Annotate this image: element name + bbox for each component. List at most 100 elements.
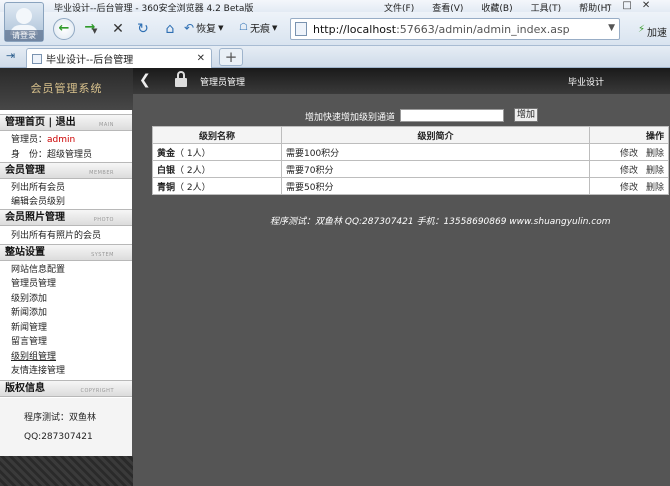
- edit-link[interactable]: 修改: [620, 183, 638, 193]
- accelerate-label: 加速: [647, 28, 668, 39]
- new-tab-button[interactable]: +: [219, 48, 243, 66]
- add-button[interactable]: 增加: [514, 108, 538, 122]
- chevron-down-icon[interactable]: ▼: [92, 27, 97, 35]
- sidebar-item-edit-levels[interactable]: 编辑会员级别: [11, 194, 65, 207]
- refresh-button[interactable]: ↻: [133, 19, 153, 39]
- address-bar[interactable]: http://localhost:57663/admin/admin_index…: [290, 18, 620, 40]
- edit-link[interactable]: 修改: [620, 166, 638, 176]
- sidebar-item-admin-manage[interactable]: 管理员管理: [11, 276, 56, 289]
- chevron-down-icon: ▼: [218, 23, 224, 32]
- sidebar-toggle-icon[interactable]: ⇥: [6, 49, 15, 62]
- delete-link[interactable]: 删除: [646, 166, 664, 176]
- page-title: 管理员管理: [200, 78, 246, 88]
- section-member: 会员管理 MEMBER: [0, 162, 132, 179]
- login-label[interactable]: 请登录: [5, 30, 43, 41]
- incognito-icon: ☖: [239, 22, 248, 33]
- home-button[interactable]: ⌂: [160, 19, 180, 39]
- site-logo: 会员管理系统: [0, 68, 133, 110]
- page-icon: [32, 53, 42, 64]
- level-name-cell: 青铜（ 2人）: [152, 177, 282, 195]
- level-table: 级别名称 级别简介 操作 黄金（ 1人） 需要100积分 修改 删除 白银（ 2人…: [152, 126, 669, 195]
- actions-cell: 修改 删除: [589, 177, 669, 195]
- sidebar-item-news-manage[interactable]: 新闻管理: [11, 320, 47, 333]
- level-desc-cell: 需要70积分: [281, 160, 590, 178]
- chevron-down-icon[interactable]: ▼: [608, 23, 615, 33]
- tab-admin[interactable]: 毕业设计--后台管理 ✕: [26, 48, 212, 68]
- admin-sidebar: 会员管理系统 管理首页 | 退出 MAIN 管理员：admin 身 份：超级管理员…: [0, 68, 133, 486]
- level-count: （ 2人）: [175, 182, 211, 193]
- close-window-button[interactable]: ✕: [642, 0, 650, 11]
- section-system-en: SYSTEM: [91, 252, 114, 258]
- undo-icon: ↶: [184, 20, 195, 35]
- sidebar-item-level-add[interactable]: 级别添加: [11, 291, 47, 304]
- section-main-label[interactable]: 管理首页 | 退出: [5, 117, 76, 128]
- sidebar-item-site-config[interactable]: 网站信息配置: [11, 262, 65, 275]
- level-count: （ 1人）: [175, 148, 211, 159]
- home-icon: ⌂: [165, 21, 175, 37]
- sidebar-item-photo-members[interactable]: 列出所有有照片的会员: [11, 228, 101, 241]
- edit-link[interactable]: 修改: [620, 149, 638, 159]
- window-controls: − □ ✕: [604, 0, 650, 11]
- quick-add-row: 增加快速增加级别通道 增加: [133, 108, 670, 124]
- avatar-face-icon: [16, 8, 32, 24]
- section-system-label: 整站设置: [5, 247, 45, 258]
- sidebar-item-messages[interactable]: 留言管理: [11, 334, 47, 347]
- incognito-button[interactable]: ☖ 无痕 ▼: [239, 20, 277, 35]
- sidebar-item-level-groups[interactable]: 级别组管理: [11, 349, 56, 362]
- section-member-label: 会员管理: [5, 165, 45, 176]
- user-avatar[interactable]: 请登录: [4, 2, 44, 42]
- sidebar-item-links[interactable]: 友情连接管理: [11, 363, 65, 376]
- level-name-cell: 白银（ 2人）: [152, 160, 282, 178]
- accelerate-button[interactable]: ⚡ 加速: [638, 24, 667, 39]
- section-member-en: MEMBER: [89, 170, 114, 176]
- level-name: 青铜: [157, 182, 176, 193]
- restore-button[interactable]: ↶ 恢复 ▼: [184, 20, 224, 36]
- table-row: 黄金（ 1人） 需要100积分 修改 删除: [152, 143, 669, 161]
- browser-toolbar: ← → ▼ ✕ ↻ ⌂ ↶ 恢复 ▼ ☖ 无痕 ▼ http://localhost:5…: [0, 12, 670, 46]
- sidebar-item-list-members[interactable]: 列出所有会员: [11, 180, 65, 193]
- admin-role-value: 超级管理员: [47, 150, 93, 160]
- table-row: 白银（ 2人） 需要70积分 修改 删除: [152, 160, 669, 178]
- stop-button[interactable]: ✕: [108, 19, 128, 39]
- section-main-en: MAIN: [99, 122, 114, 128]
- main-header: ❮ 管理员管理 毕业设计: [133, 68, 670, 94]
- section-main: 管理首页 | 退出 MAIN: [0, 114, 132, 131]
- collapse-arrow-icon[interactable]: ❮: [139, 72, 151, 88]
- level-name-input[interactable]: [400, 109, 504, 122]
- main-content: ❮ 管理员管理 毕业设计 增加快速增加级别通道 增加 级别名称 级别简介 操作 …: [133, 68, 670, 486]
- actions-cell: 修改 删除: [589, 160, 669, 178]
- section-photo-label: 会员照片管理: [5, 212, 65, 223]
- delete-link[interactable]: 删除: [646, 183, 664, 193]
- admin-user-label: 管理员：: [11, 135, 48, 145]
- section-copyright-en: COPYRIGHT: [80, 388, 114, 394]
- section-photo-en: PHOTO: [93, 217, 114, 223]
- table-header-row: 级别名称 级别简介 操作: [152, 126, 669, 144]
- page-icon: [295, 22, 307, 36]
- section-system: 整站设置 SYSTEM: [0, 244, 132, 261]
- back-button[interactable]: ←: [53, 18, 75, 40]
- sidebar-item-news-add[interactable]: 新闻添加: [11, 305, 47, 318]
- tab-close-icon[interactable]: ✕: [197, 53, 205, 64]
- refresh-icon: ↻: [137, 21, 149, 37]
- section-photo: 会员照片管理 PHOTO: [0, 209, 132, 226]
- section-copyright-label: 版权信息: [5, 383, 45, 394]
- site-name: 毕业设计: [568, 78, 605, 88]
- arrow-left-icon: ←: [58, 21, 70, 36]
- copyright-qq: QQ:287307421: [24, 432, 93, 442]
- incognito-label: 无痕: [249, 24, 270, 35]
- url-text[interactable]: http://localhost:57663/admin/admin_index…: [313, 23, 570, 36]
- actions-cell: 修改 删除: [589, 143, 669, 161]
- quick-add-label: 增加快速增加级别通道: [305, 113, 396, 123]
- admin-role-row: 身 份：超级管理员: [11, 147, 92, 160]
- forward-button[interactable]: →: [79, 18, 101, 40]
- maximize-button[interactable]: □: [622, 0, 631, 11]
- level-name: 白银: [157, 165, 176, 176]
- url-path: :57663/admin/admin_index.asp: [396, 23, 570, 36]
- delete-link[interactable]: 删除: [646, 149, 664, 159]
- footer-credits: 程序测试：双鱼林 QQ:287307421 手机：13558690869 www…: [270, 217, 611, 227]
- chevron-down-icon: ▼: [271, 23, 278, 32]
- col-level-desc: 级别简介: [281, 126, 590, 144]
- url-host: http://localhost: [313, 23, 397, 36]
- table-row: 青铜（ 2人） 需要50积分 修改 删除: [152, 177, 669, 195]
- minimize-button[interactable]: −: [604, 0, 612, 11]
